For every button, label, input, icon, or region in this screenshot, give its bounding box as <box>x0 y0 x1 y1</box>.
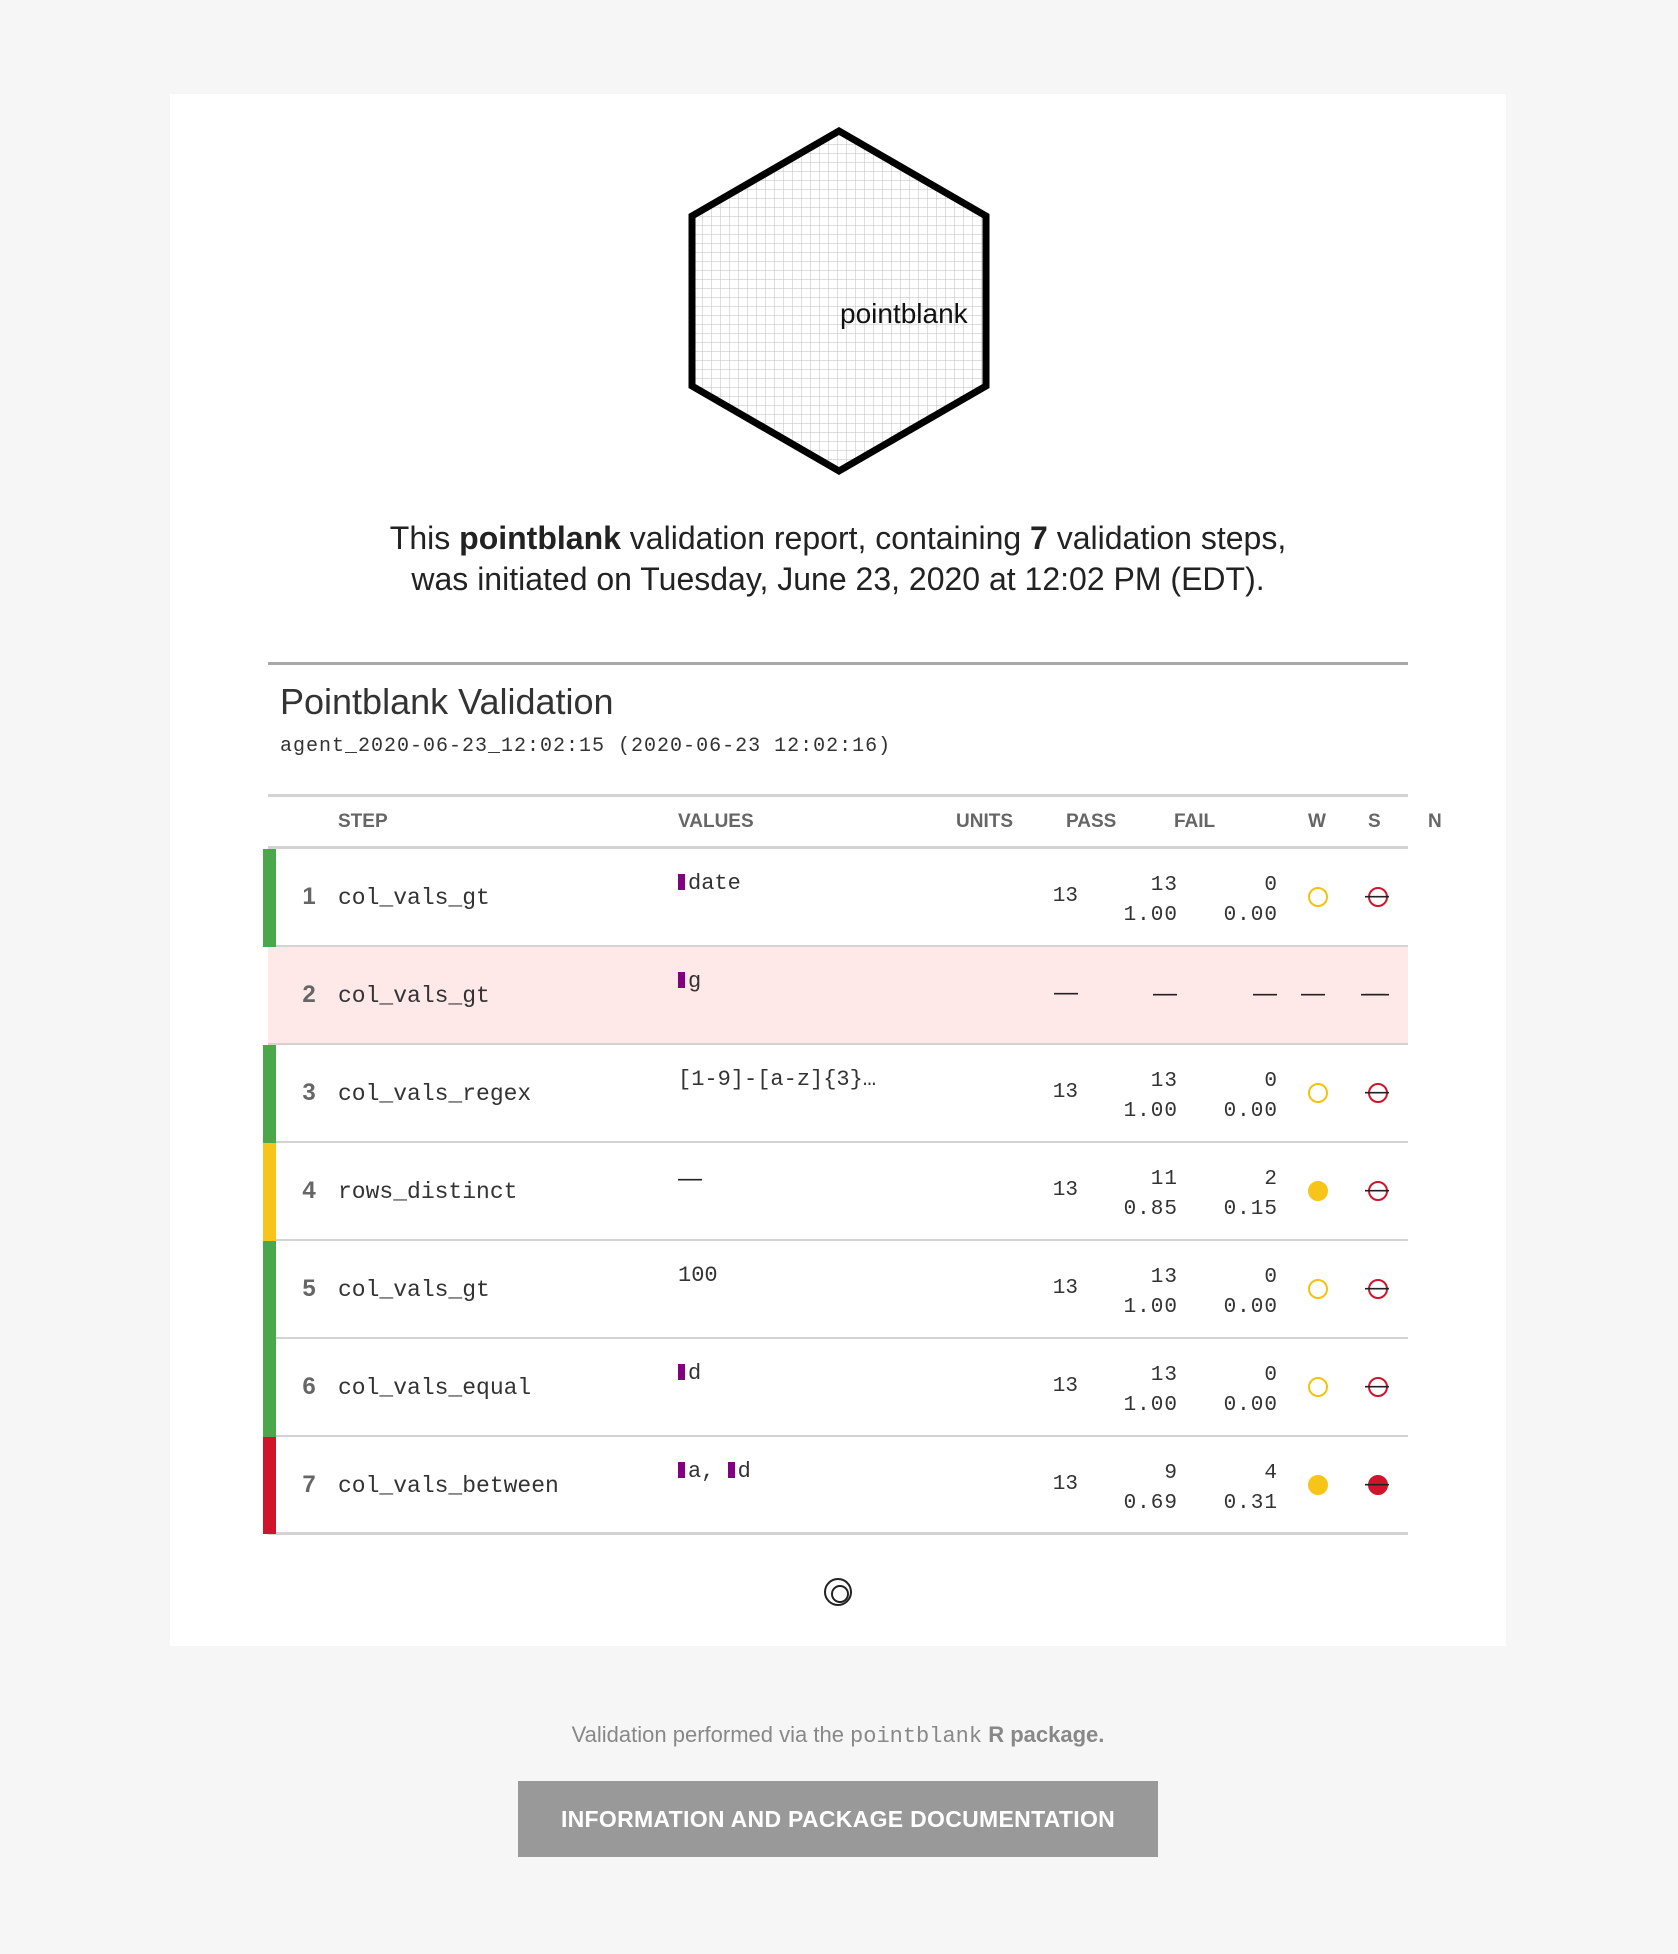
pass-value: 9 0.69 <box>1123 1462 1178 1515</box>
column-marker-icon <box>727 1462 735 1478</box>
table-row: 3 col_vals_regex [1-9]-[a-z]{3}… 13 13 1.00 0 0… <box>263 1045 1408 1143</box>
status-bar <box>263 1143 276 1241</box>
notify-indicator: — <box>1365 1372 1389 1399</box>
step-number: 1 <box>302 883 316 910</box>
intro-line-1: This pointblank validation report, conta… <box>389 520 1287 556</box>
units-value: 13 <box>1052 1473 1078 1496</box>
table-header: STEP VALUES UNITS PASS FAIL W S N <box>268 797 1442 847</box>
warn-indicator-icon <box>1308 887 1328 907</box>
table-row: 1 col_vals_gt date 13 13 1.00 0 0.00 — <box>263 849 1408 947</box>
step-number: 4 <box>302 1177 316 1204</box>
fail-value: 2 0.15 <box>1223 1168 1278 1221</box>
warn-indicator-icon <box>1308 1377 1328 1397</box>
table-row: 6 col_vals_equal d 13 13 1.00 0 0.00 — <box>263 1339 1408 1437</box>
table-subtitle: agent_2020-06-23_12:02:15 (2020-06-23 12… <box>280 735 892 758</box>
status-bar <box>263 1339 276 1437</box>
header-units: UNITS <box>956 811 1013 832</box>
pass-value: 11 0.85 <box>1123 1168 1178 1221</box>
fail-value: 0 0.00 <box>1223 1266 1278 1319</box>
header-values: VALUES <box>678 811 754 832</box>
logo-text: pointblank <box>840 298 968 329</box>
status-bar <box>263 1045 276 1143</box>
notify-indicator: — <box>1365 1274 1389 1301</box>
header-n: N <box>1428 811 1442 832</box>
step-number: 2 <box>302 981 316 1008</box>
table-row: 4 rows_distinct — 13 11 0.85 2 0.15 — <box>263 1143 1408 1241</box>
status-bar <box>263 1241 276 1339</box>
step-number: 6 <box>302 1373 316 1400</box>
step-name: col_vals_regex <box>338 1081 532 1107</box>
header-s: S <box>1368 811 1381 832</box>
status-bar <box>263 849 276 947</box>
units-value: 13 <box>1052 1179 1078 1202</box>
step-name: col_vals_gt <box>338 1277 490 1303</box>
table-row: 7 col_vals_between a, d 13 9 0.69 4 0.31 — <box>263 1437 1408 1535</box>
units-value: — <box>1054 979 1078 1006</box>
pass-value: 13 1.00 <box>1123 1070 1178 1123</box>
step-name: col_vals_between <box>338 1473 559 1499</box>
notify-indicator: — <box>1365 1470 1389 1497</box>
table-row: 5 col_vals_gt 100 13 13 1.00 0 0.00 — <box>263 1241 1408 1339</box>
table-body: 1 col_vals_gt date 13 13 1.00 0 0.00 — 2 col_vals_… <box>263 849 1408 1535</box>
notify-indicator: — <box>1365 882 1389 909</box>
warn-indicator-icon <box>1308 1083 1328 1103</box>
fail-value: — <box>1253 980 1278 1007</box>
report-footer-icon[interactable] <box>824 1578 852 1606</box>
units-value: 13 <box>1052 1081 1078 1104</box>
step-values: [1-9]-[a-z]{3}… <box>678 1067 877 1092</box>
step-values: 100 <box>678 1263 718 1288</box>
pass-value: — <box>1153 980 1178 1007</box>
fail-value: 0 0.00 <box>1223 1070 1278 1123</box>
step-name: col_vals_gt <box>338 885 490 911</box>
package-name: pointblank <box>850 1724 983 1749</box>
fail-value: 4 0.31 <box>1223 1462 1278 1515</box>
report-intro: This pointblank validation report, conta… <box>170 518 1506 600</box>
table-top-rule <box>268 662 1408 665</box>
warn-indicator: — <box>1301 980 1325 1007</box>
step-values: date <box>678 871 741 896</box>
step-values: a, d <box>678 1459 751 1484</box>
units-value: 13 <box>1052 885 1078 908</box>
step-name: col_vals_gt <box>338 983 490 1009</box>
column-marker-icon <box>678 1364 685 1380</box>
header-step: STEP <box>338 811 388 832</box>
pass-value: 13 1.00 <box>1123 1364 1178 1417</box>
header-pass: PASS <box>1066 811 1117 832</box>
step-values: d <box>678 1361 701 1386</box>
status-bar <box>263 1437 276 1534</box>
header-fail: FAIL <box>1174 811 1216 832</box>
step-number: 5 <box>302 1275 316 1302</box>
step-number: 3 <box>302 1079 316 1106</box>
fail-value: 0 0.00 <box>1223 1364 1278 1417</box>
column-marker-icon <box>678 1462 685 1478</box>
pass-value: 13 1.00 <box>1123 1266 1178 1319</box>
column-marker-icon <box>678 972 685 988</box>
validation-table: Pointblank Validation agent_2020-06-23_1… <box>263 662 1442 1535</box>
warn-indicator-icon <box>1308 1475 1328 1495</box>
intro-line-2: was initiated on Tuesday, June 23, 2020 … <box>411 561 1265 597</box>
table-row: 2 col_vals_gt g — — — — — — <box>268 947 1408 1045</box>
step-name: col_vals_equal <box>338 1375 532 1401</box>
credit-line: Validation performed via the pointblank … <box>571 1722 1105 1749</box>
units-value: 13 <box>1052 1375 1078 1398</box>
notify-indicator: — <box>1365 980 1389 1007</box>
notify-indicator: — <box>1365 1176 1389 1203</box>
table-title: Pointblank Validation <box>280 681 614 722</box>
units-value: 13 <box>1052 1277 1078 1300</box>
step-values: g <box>678 969 701 994</box>
fail-value: 0 0.00 <box>1223 874 1278 927</box>
column-marker-icon <box>678 874 685 890</box>
warn-indicator-icon <box>1308 1279 1328 1299</box>
pass-value: 13 1.00 <box>1123 874 1178 927</box>
warn-indicator-icon <box>1308 1181 1328 1201</box>
step-number: 7 <box>302 1471 316 1498</box>
header-w: W <box>1308 811 1326 832</box>
step-values: — <box>678 1165 702 1192</box>
notify-indicator: — <box>1365 1078 1389 1105</box>
documentation-button[interactable]: INFORMATION AND PACKAGE DOCUMENTATION <box>518 1781 1158 1857</box>
step-name: rows_distinct <box>338 1179 518 1205</box>
